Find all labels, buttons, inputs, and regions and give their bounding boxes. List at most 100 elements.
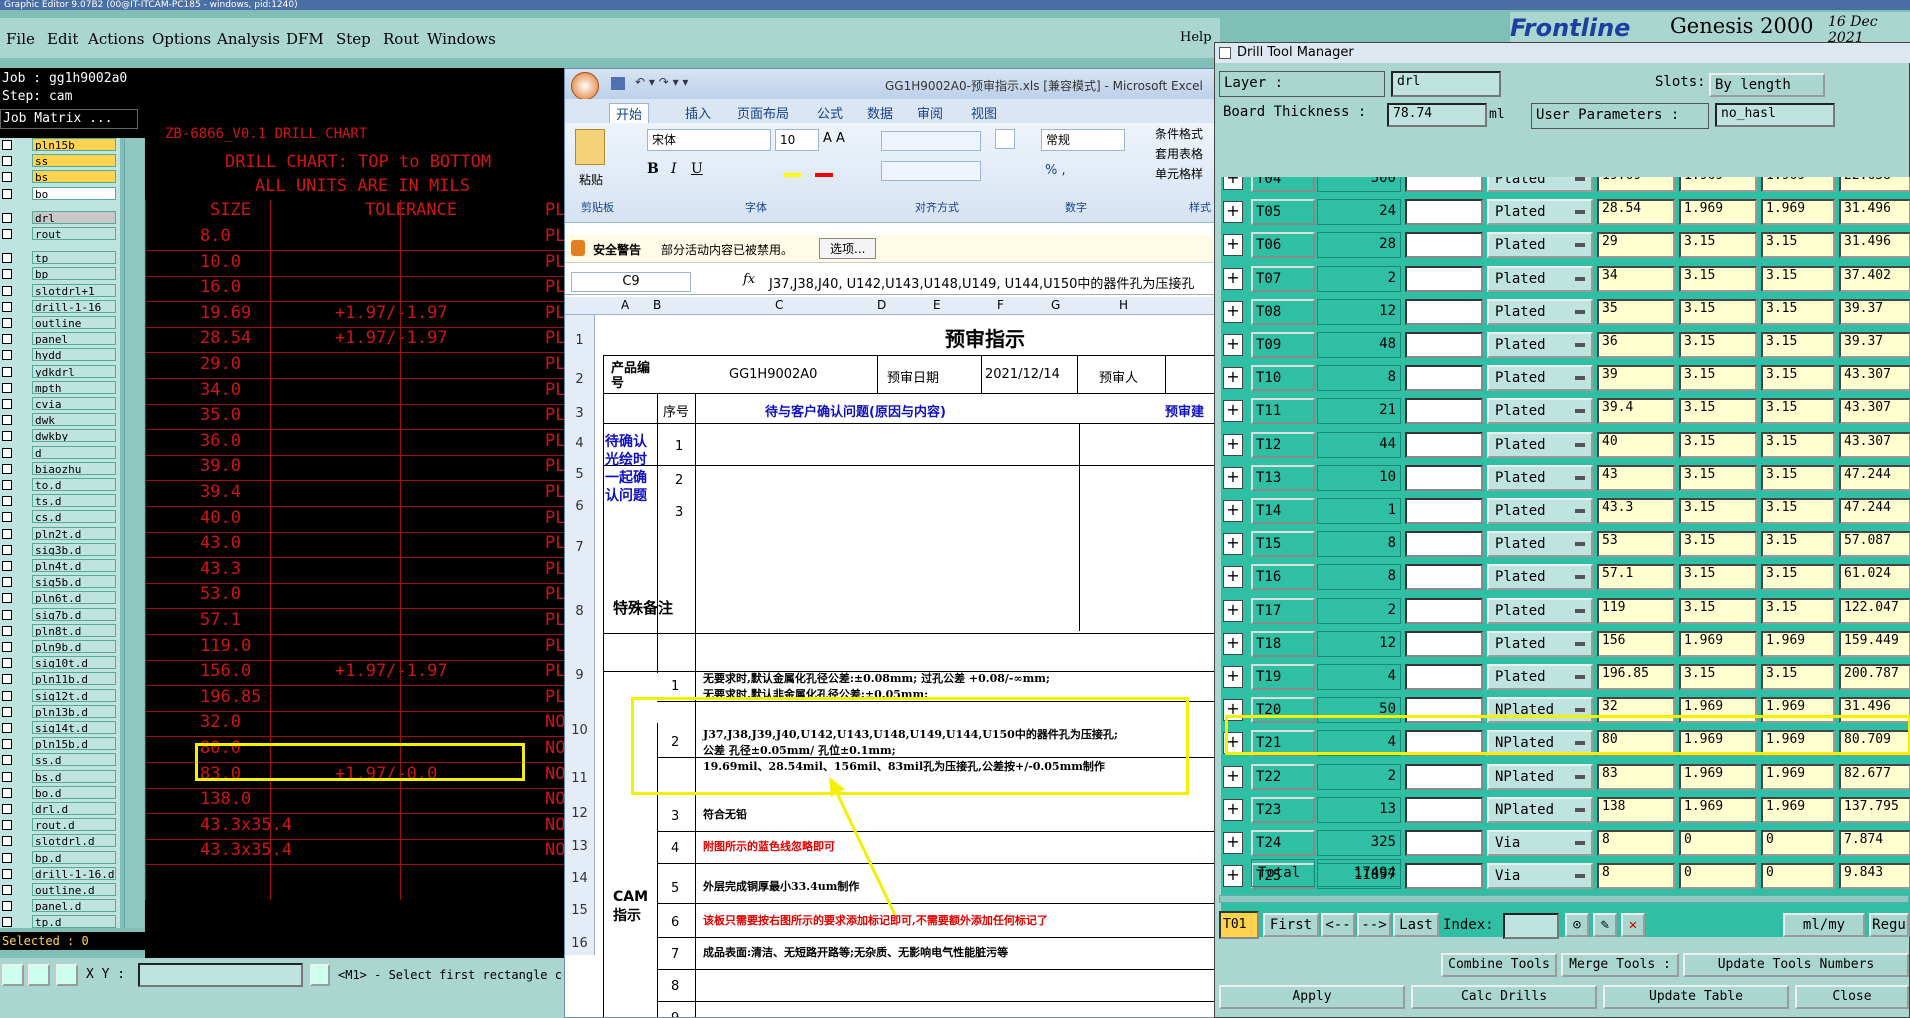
- row-number[interactable]: 6: [565, 485, 595, 517]
- expand-icon[interactable]: +: [1223, 466, 1243, 489]
- layer-row[interactable]: sig12t.d: [2, 688, 116, 703]
- layer-name[interactable]: ts.d: [32, 494, 116, 508]
- tool-v4-field[interactable]: 57.087: [1839, 531, 1910, 558]
- layer-name[interactable]: bp.d: [32, 850, 116, 864]
- layer-name[interactable]: panel: [32, 332, 116, 346]
- tool-v4-field[interactable]: 7.874: [1839, 830, 1910, 856]
- layer-name[interactable]: pln4t.d: [32, 559, 116, 572]
- layer-name[interactable]: panel.d: [32, 899, 116, 913]
- tool-name[interactable]: T22: [1251, 763, 1315, 790]
- tool-v4-field[interactable]: 37.402: [1839, 265, 1910, 292]
- tab-insert[interactable]: 插入: [685, 103, 711, 122]
- layer-row[interactable]: sig3b.d: [2, 542, 116, 557]
- align-top-icons[interactable]: [881, 131, 981, 151]
- tool-row[interactable]: + T09 48 Plated 36 3.15 3.15 39.37: [1221, 329, 1910, 362]
- tool-input[interactable]: [1405, 531, 1483, 558]
- expand-icon[interactable]: +: [1223, 832, 1243, 854]
- tool-v2-field[interactable]: 1.969: [1679, 630, 1757, 657]
- expand-icon[interactable]: +: [1223, 500, 1243, 522]
- tool-v1-field[interactable]: 35: [1597, 298, 1675, 325]
- cursor-icon[interactable]: [310, 964, 330, 986]
- tool-type-select[interactable]: Plated: [1487, 564, 1593, 591]
- layer-checkbox[interactable]: [2, 885, 12, 895]
- tool-v2-field[interactable]: 3.15: [1679, 564, 1757, 591]
- layer-name[interactable]: rout.d: [32, 818, 116, 832]
- tool-v1-field[interactable]: 43.3: [1597, 498, 1675, 524]
- layer-name[interactable]: outline: [32, 316, 116, 329]
- tool-name[interactable]: T15: [1251, 531, 1315, 558]
- layer-name[interactable]: biaozhu: [32, 461, 116, 475]
- menu-analysis[interactable]: Analysis: [217, 30, 280, 48]
- layer-checkbox[interactable]: [2, 253, 12, 264]
- tool-v1-field[interactable]: 8: [1597, 863, 1675, 890]
- name-box[interactable]: C9: [571, 272, 691, 292]
- row-number[interactable]: 9: [565, 645, 595, 695]
- tool-v4-field[interactable]: 47.244: [1839, 498, 1910, 524]
- tool-v1-field[interactable]: 57.1: [1597, 564, 1675, 591]
- layer-name[interactable]: dwkby: [32, 429, 116, 443]
- layer-row[interactable]: pln9b.d: [2, 640, 116, 654]
- tool-v3-field[interactable]: 3.15: [1761, 464, 1835, 491]
- merge-tools-button[interactable]: Merge Tools :: [1561, 953, 1679, 977]
- expand-icon[interactable]: +: [1223, 433, 1243, 456]
- job-matrix-button[interactable]: Job Matrix ...: [0, 109, 138, 129]
- layer-checkbox[interactable]: [2, 609, 12, 620]
- tool-v2-field[interactable]: 1.969: [1679, 763, 1757, 790]
- tab-data[interactable]: 数据: [867, 103, 893, 122]
- layer-checkbox[interactable]: [2, 658, 12, 669]
- tool-v2-field[interactable]: 3.15: [1679, 298, 1757, 325]
- layer-name[interactable]: rout: [32, 227, 116, 240]
- xy-input[interactable]: [138, 963, 303, 987]
- tool-v1-field[interactable]: 28.54: [1597, 199, 1675, 226]
- layer-name[interactable]: slotdrl+1: [32, 283, 116, 297]
- tool-v1-field[interactable]: 36: [1597, 332, 1675, 358]
- layer-checkbox[interactable]: [2, 399, 12, 409]
- layer-row[interactable]: drill-1-16: [2, 299, 116, 314]
- layer-row[interactable]: sig10t.d: [2, 656, 116, 670]
- tool-input[interactable]: [1405, 298, 1483, 325]
- tool-v1-field[interactable]: 196.85: [1597, 664, 1675, 690]
- layer-checkbox[interactable]: [2, 512, 12, 523]
- layer-name[interactable]: drl.d: [32, 802, 116, 815]
- row-number[interactable]: 11: [565, 755, 595, 791]
- grid-icon[interactable]: [56, 964, 78, 986]
- menu-edit[interactable]: Edit: [47, 30, 78, 48]
- tool-type-select[interactable]: Plated: [1487, 531, 1593, 558]
- expand-icon[interactable]: +: [1223, 367, 1243, 390]
- tool-v2-field[interactable]: 3.15: [1679, 232, 1757, 259]
- paste-icon[interactable]: [575, 129, 605, 165]
- tool-input[interactable]: [1405, 464, 1483, 491]
- layer-row[interactable]: panel.d: [2, 899, 116, 913]
- tab-formulas[interactable]: 公式: [817, 103, 843, 122]
- tool-v3-field[interactable]: 3.15: [1761, 398, 1835, 425]
- menu-options[interactable]: Options: [152, 30, 211, 48]
- save-icon[interactable]: [611, 77, 625, 90]
- tool-v4-field[interactable]: 9.843: [1839, 863, 1910, 890]
- col-g[interactable]: G: [1051, 298, 1060, 312]
- tool-input[interactable]: [1405, 365, 1483, 392]
- tool-row[interactable]: + T11 21 Plated 39.4 3.15 3.15 43.307: [1221, 395, 1910, 428]
- tool-type-select[interactable]: Plated: [1487, 199, 1593, 226]
- tool-input[interactable]: [1405, 177, 1483, 192]
- office-button[interactable]: [571, 72, 599, 100]
- tool-name[interactable]: T04: [1251, 177, 1315, 192]
- calc-drills-button[interactable]: Calc Drills: [1411, 985, 1597, 1009]
- layer-row[interactable]: tp: [2, 251, 116, 265]
- tool-v2-field[interactable]: 3.15: [1679, 431, 1757, 458]
- tool-v3-field[interactable]: 1.969: [1761, 199, 1835, 226]
- col-b[interactable]: B: [653, 298, 661, 312]
- tool-row[interactable]: + T08 12 Plated 35 3.15 3.15 39.37: [1221, 296, 1910, 329]
- layer-name[interactable]: slotdrl.d: [32, 834, 116, 848]
- layer-checkbox[interactable]: [2, 771, 12, 782]
- conditional-format[interactable]: 条件格式: [1155, 125, 1203, 142]
- number-format-select[interactable]: 常规: [1041, 129, 1125, 151]
- layer-name[interactable]: dwk: [32, 413, 116, 427]
- layer-checkbox[interactable]: [2, 382, 12, 393]
- layer-name[interactable]: sig3b.d: [32, 542, 116, 556]
- tool-input[interactable]: [1405, 199, 1483, 226]
- layer-checkbox[interactable]: [2, 431, 12, 442]
- layer-checkbox[interactable]: [2, 285, 12, 296]
- layer-name[interactable]: drill-1-16: [32, 299, 116, 313]
- tool-v3-field[interactable]: 3.15: [1761, 332, 1835, 358]
- row-number[interactable]: 15: [565, 889, 595, 921]
